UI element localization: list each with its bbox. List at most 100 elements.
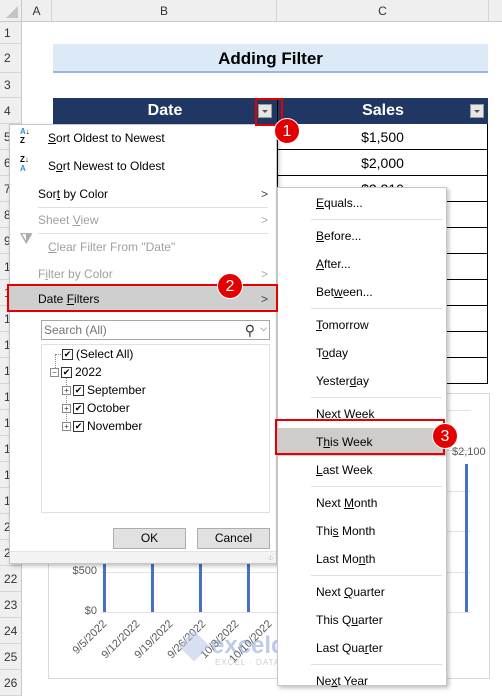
column-header-d[interactable] [489,0,502,22]
tree-item-label: November [87,419,143,433]
collapse-icon[interactable]: − [50,368,59,378]
submenu-item-tomorrow[interactable]: Tomorrow [278,311,446,339]
row-header-1[interactable]: 1 [0,22,22,44]
submenu-item-between[interactable]: Between... [278,278,446,306]
search-icon[interactable]: ⚲ [245,322,255,339]
submenu-item-next-month[interactable]: Next Month [278,489,446,517]
row-header-25[interactable]: 25 [0,644,22,670]
column-header-b[interactable]: B [52,0,277,22]
tree-item-label: 2022 [75,365,102,379]
checkbox-checked-icon[interactable]: ✔ [62,349,73,361]
submenu-item-label: Today [316,346,349,360]
callout-badge-1: 1 [274,118,300,144]
tree-item-october[interactable]: + ✔ October [62,399,130,417]
submenu-item-label: Next Quarter [316,585,385,599]
ok-button[interactable]: OK [113,528,186,549]
menu-item-sort-by-color[interactable]: Sort by Color > [10,181,276,207]
sort-ascending-icon: A↓ Z [20,127,30,145]
search-dropdown-chevron-icon[interactable]: ⌵ [260,323,267,334]
submenu-item-today[interactable]: Today [278,339,446,367]
tree-item-september[interactable]: + ✔ September [62,381,146,399]
submenu-item-label: Next Year [316,674,369,688]
sales-filter-dropdown-button[interactable] [470,104,484,118]
search-input[interactable] [42,321,232,339]
submenu-item-before[interactable]: Before... [278,222,446,250]
menu-item-label: Sheet View [38,213,99,227]
row-header-3[interactable]: 3 [0,73,22,98]
sales-header-label: Sales [362,102,404,119]
submenu-item-label: Next Month [316,496,378,510]
select-all-corner[interactable] [0,0,22,22]
chart-y-tick-label: $0 [84,605,97,617]
submenu-item-label: This Month [316,524,376,538]
callout-badge-3: 3 [432,423,458,449]
menu-item-clear-filter-from-date[interactable]: ⧩ Clear Filter From "Date" [10,230,276,260]
submenu-separator [311,486,442,487]
expand-icon[interactable]: + [62,386,71,396]
submenu-chevron-right-icon: > [260,213,268,227]
date-header-label: Date [147,102,183,119]
submenu-item-label: Equals... [316,196,363,210]
tree-item-label: October [87,401,130,415]
sheet-title: Adding Filter [53,44,488,73]
callout-badge-2: 2 [217,273,243,299]
resize-grip-icon[interactable]: ⁘ [267,554,274,563]
checkbox-checked-icon[interactable]: ✔ [73,385,84,397]
submenu-item-label: Yesterday [316,374,369,388]
submenu-item-label: Tomorrow [316,318,369,332]
menu-footer-bar [10,551,276,563]
row-header-22[interactable]: 22 [0,566,22,592]
row-header-2[interactable]: 2 [0,44,22,73]
sales-cell[interactable]: $1,500 [277,124,488,150]
sales-column-header: Sales [277,98,488,124]
submenu-item-label: This Quarter [316,613,383,627]
sort-descending-icon: Z↓ A [20,155,29,173]
submenu-item-next-quarter[interactable]: Next Quarter [278,578,446,606]
tree-item-select-all[interactable]: ✔ (Select All) [62,345,133,363]
submenu-item-last-quarter[interactable]: Last Quarter [278,634,446,662]
sales-cell[interactable]: $2,000 [277,150,488,176]
chart-bar[interactable] [465,464,468,612]
submenu-separator [311,219,442,220]
submenu-separator [311,308,442,309]
row-header-24[interactable]: 24 [0,618,22,644]
expand-icon[interactable]: + [62,404,71,414]
autofilter-menu: A↓ Z Sort Oldest to Newest Z↓ A Sort Newest t… [9,124,277,564]
submenu-item-after[interactable]: After... [278,250,446,278]
date-column-header: Date [53,98,277,124]
menu-item-sort-oldest-to-newest[interactable]: A↓ Z Sort Oldest to Newest [10,125,276,151]
submenu-item-label: Between... [316,285,373,299]
value-tree: ✔ (Select All) − ✔ 2022 + ✔ September + ✔ Octob… [41,344,270,513]
submenu-item-next-year[interactable]: Next Year [278,667,446,695]
checkbox-checked-icon[interactable]: ✔ [73,403,84,415]
expand-icon[interactable]: + [62,422,71,432]
submenu-chevron-right-icon: > [260,187,268,201]
row-header-23[interactable]: 23 [0,592,22,618]
tree-item-label: September [87,383,146,397]
tree-item-label: (Select All) [76,347,134,361]
submenu-item-this-month[interactable]: This Month [278,517,446,545]
tree-item-2022[interactable]: − ✔ 2022 [50,363,102,381]
column-header-a[interactable]: A [22,0,52,22]
submenu-item-last-week[interactable]: Last Week [278,456,446,484]
submenu-item-equals[interactable]: Equals... [278,189,446,217]
menu-item-sort-newest-to-oldest[interactable]: Z↓ A Sort Newest to Oldest [10,153,276,179]
row-header-4[interactable]: 4 [0,98,22,124]
checkbox-checked-icon[interactable]: ✔ [73,421,84,433]
row-header-26[interactable]: 26 [0,670,22,696]
submenu-separator [311,397,442,398]
clear-filter-icon: ⧩ [20,230,33,246]
submenu-item-yesterday[interactable]: Yesterday [278,367,446,395]
submenu-item-label: After... [316,257,351,271]
search-box[interactable]: ⚲ ⌵ [41,320,270,340]
callout-box-3 [275,419,445,455]
submenu-item-last-month[interactable]: Last Month [278,545,446,573]
checkbox-checked-icon[interactable]: ✔ [61,367,72,379]
cancel-button[interactable]: Cancel [197,528,270,549]
submenu-item-this-quarter[interactable]: This Quarter [278,606,446,634]
submenu-separator [311,575,442,576]
tree-item-november[interactable]: + ✔ November [62,417,142,435]
column-header-c[interactable]: C [277,0,489,22]
menu-item-sheet-view[interactable]: Sheet View > [10,207,276,233]
menu-item-label: Sort Oldest to Newest [48,131,165,145]
